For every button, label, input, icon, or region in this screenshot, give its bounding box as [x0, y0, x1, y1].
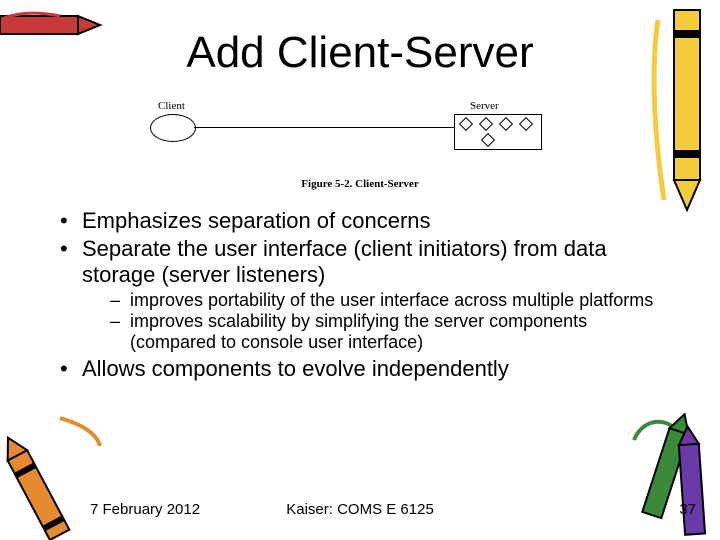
diagram-link — [194, 127, 454, 128]
bullet-2a: improves portability of the user interfa… — [106, 290, 666, 311]
client-server-diagram: Client Server — [150, 100, 570, 170]
slide-title: Add Client-Server — [0, 28, 720, 78]
server-node-icon — [519, 117, 533, 131]
server-shape — [454, 114, 542, 150]
bullet-3: Allows components to evolve independentl… — [56, 356, 666, 382]
crayon-green-purple-icon — [630, 400, 720, 540]
bullet-2b: improves scalability by simplifying the … — [106, 311, 666, 353]
slide: Add Client-Server Client Server Figure 5… — [0, 0, 720, 540]
client-label: Client — [158, 100, 185, 112]
server-node-icon — [499, 117, 513, 131]
server-node-icon — [481, 133, 495, 147]
body-text: Emphasizes separation of concerns Separa… — [56, 208, 666, 384]
crayon-orange-icon — [0, 410, 110, 540]
server-node-icon — [479, 117, 493, 131]
client-shape — [150, 114, 196, 142]
server-node-icon — [459, 117, 473, 131]
bullet-2: Separate the user interface (client init… — [56, 236, 666, 354]
bullet-1: Emphasizes separation of concerns — [56, 208, 666, 234]
server-label: Server — [470, 100, 499, 112]
diagram-caption: Figure 5-2. Client-Server — [0, 178, 720, 190]
footer-page: 37 — [679, 501, 696, 518]
bullet-2-text: Separate the user interface (client init… — [82, 236, 607, 287]
footer-course: Kaiser: COMS E 6125 — [0, 501, 720, 518]
